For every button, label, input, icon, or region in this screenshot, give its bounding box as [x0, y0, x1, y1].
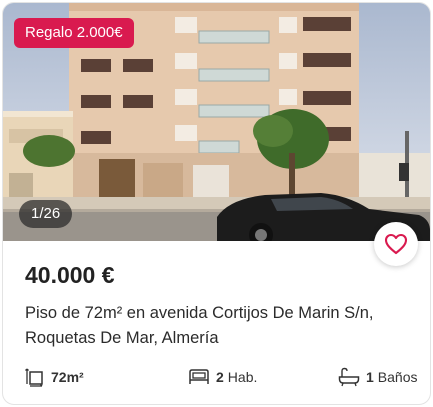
feature-baths-unit: Baños: [377, 369, 418, 385]
gift-badge: Regalo 2.000€: [14, 18, 134, 48]
listing-features: 72m² 2 Hab. 1 Baños: [25, 365, 418, 389]
feature-area: 72m²: [25, 365, 84, 389]
favorite-button[interactable]: [374, 222, 418, 266]
listing-price: 40.000 €: [25, 262, 115, 288]
listing-photo[interactable]: Regalo 2.000€ 1/26: [3, 3, 430, 241]
bathtub-icon: [338, 367, 360, 387]
feature-area-value: 72m²: [51, 369, 84, 385]
photo-counter: 1/26: [19, 200, 73, 228]
feature-baths-value: 1: [366, 369, 374, 385]
feature-baths: 1 Baños: [338, 365, 418, 389]
feature-rooms: 2 Hab.: [188, 365, 257, 389]
listing-card[interactable]: Regalo 2.000€ 1/26 40.000 € Piso de 72m²…: [2, 2, 431, 405]
feature-rooms-unit: Hab.: [227, 369, 258, 385]
area-icon: [25, 368, 43, 387]
heart-outline-icon: [384, 233, 408, 255]
listing-description[interactable]: Piso de 72m² en avenida Cortijos De Mari…: [25, 301, 410, 351]
feature-rooms-value: 2: [216, 369, 224, 385]
bed-icon: [189, 369, 209, 384]
